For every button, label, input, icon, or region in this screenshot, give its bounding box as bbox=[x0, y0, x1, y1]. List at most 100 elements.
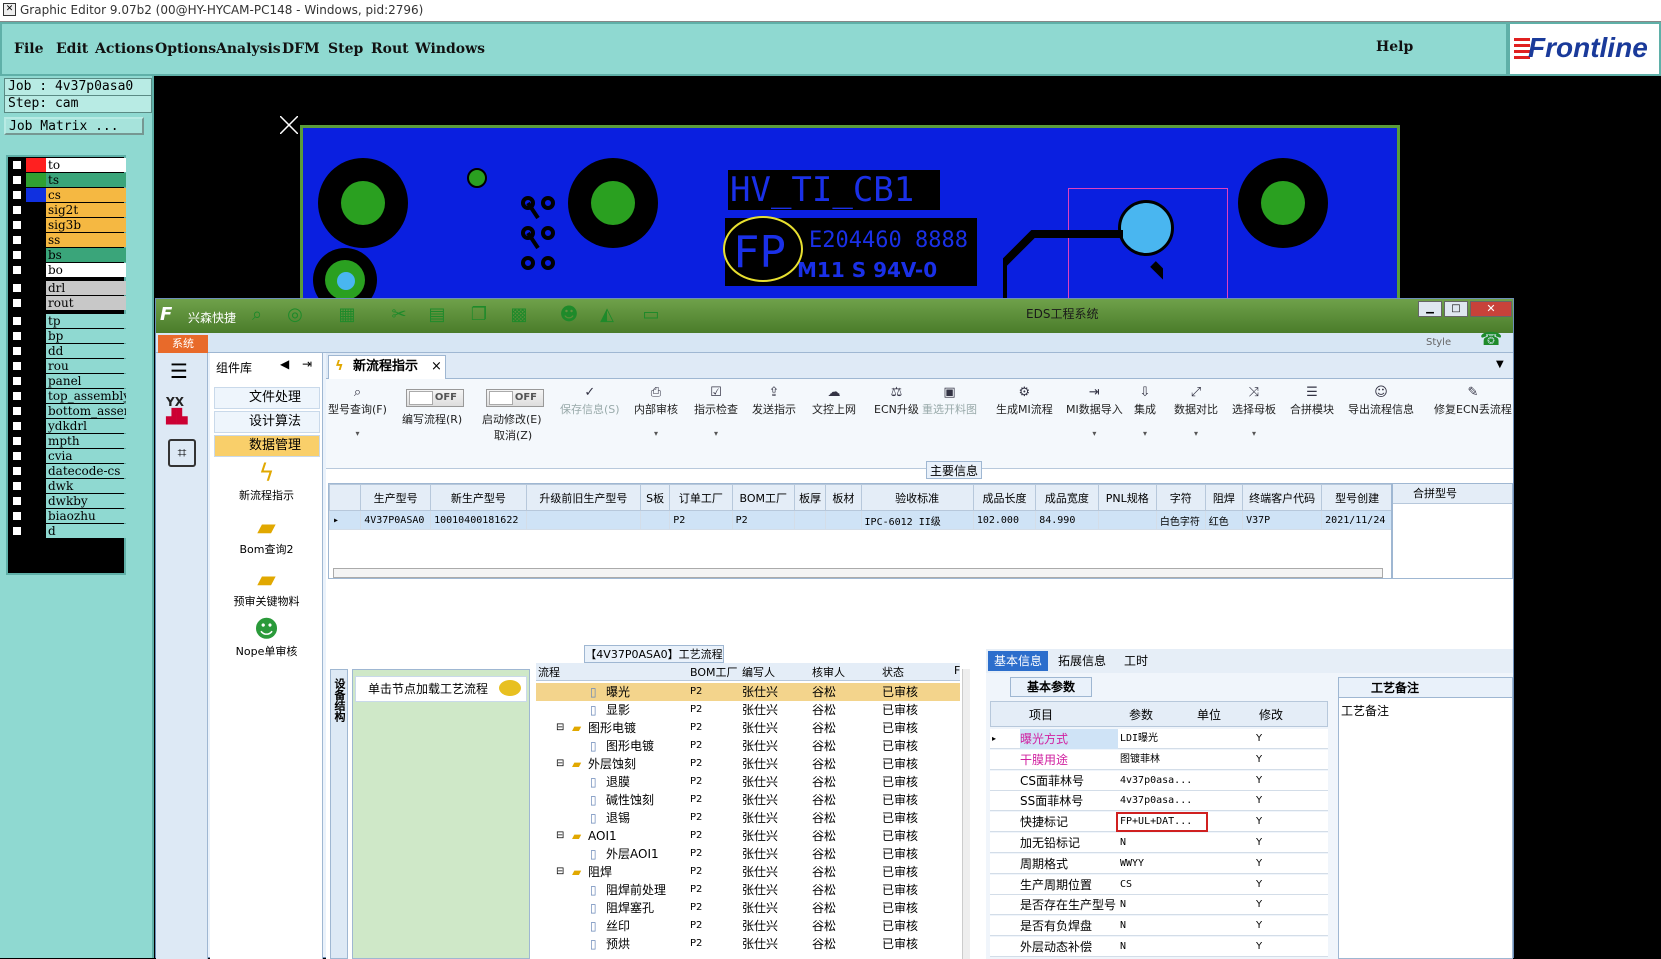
prop-value[interactable]: 4v37p0asa... bbox=[1120, 771, 1192, 791]
layer-checkbox[interactable] bbox=[12, 376, 22, 386]
flow-row[interactable]: ▯ 阻焊塞孔 P2 张仕兴 谷松 已审核 bbox=[536, 899, 960, 917]
grid-col-header[interactable]: 新生产型号 bbox=[430, 484, 527, 511]
ribbon-btn-17[interactable]: ✎ 修复ECN丢流程 bbox=[1434, 385, 1512, 417]
job-matrix-button[interactable]: Job Matrix ... bbox=[4, 117, 144, 135]
prop-row[interactable]: ▸ 曝光方式 LDI曝光 Y bbox=[990, 729, 1328, 749]
grid-cell[interactable]: IPC-6012 II级 bbox=[860, 510, 974, 530]
table-icon[interactable]: ▦ bbox=[336, 305, 358, 325]
menu-analysis[interactable]: Analysis bbox=[216, 41, 281, 57]
layer-checkbox[interactable] bbox=[12, 361, 22, 371]
collapse-left-icon[interactable]: ◀ bbox=[280, 357, 289, 371]
help-menu[interactable]: Help bbox=[1376, 39, 1413, 55]
flow-row[interactable]: ▯ 预烘 P2 张仕兴 谷松 已审核 bbox=[536, 935, 960, 953]
dropdown-arrow-icon[interactable]: ▾ bbox=[694, 429, 738, 438]
menu-dfm[interactable]: DFM bbox=[282, 41, 320, 57]
dropdown-arrow-icon[interactable]: ▾ bbox=[1066, 429, 1123, 438]
layer-row[interactable]: ts bbox=[10, 173, 126, 187]
layer-row[interactable]: ydkdrl bbox=[10, 419, 126, 433]
layer-checkbox[interactable] bbox=[12, 391, 22, 401]
layer-checkbox[interactable] bbox=[12, 421, 22, 431]
grid-icon[interactable]: ▩ bbox=[508, 305, 530, 325]
menu-options[interactable]: Options bbox=[155, 41, 216, 57]
prop-value[interactable]: CS bbox=[1120, 875, 1192, 895]
grid-cell[interactable]: 102.000 bbox=[972, 510, 1037, 530]
hamburger-icon[interactable]: ☰ bbox=[170, 359, 188, 383]
grid-col-header[interactable]: 型号创建 bbox=[1321, 484, 1391, 511]
prop-value[interactable]: LDI曝光 bbox=[1120, 729, 1192, 749]
prop-value[interactable]: N bbox=[1120, 916, 1192, 936]
phone-icon[interactable]: ☎ bbox=[1480, 329, 1502, 350]
grid-cell[interactable]: 4V37P0ASA0 bbox=[360, 510, 432, 530]
prop-row[interactable]: 生产周期位置 CS Y bbox=[990, 874, 1328, 895]
user-icon[interactable]: ☻ bbox=[558, 305, 580, 325]
prop-row[interactable]: 快捷标记 FP+UL+DAT... Y bbox=[990, 812, 1328, 833]
ribbon-btn-13[interactable]: ⤢ 数据对比 ▾ bbox=[1174, 385, 1218, 438]
dropdown-arrow-icon[interactable]: ▾ bbox=[328, 429, 387, 438]
grid-cell[interactable] bbox=[825, 510, 862, 530]
layer-row[interactable]: bs bbox=[10, 248, 126, 262]
grid-col-header[interactable]: BOM工厂 bbox=[731, 484, 796, 511]
layer-checkbox[interactable] bbox=[12, 175, 22, 185]
toggle-switch[interactable]: OFF bbox=[406, 389, 464, 407]
grid-col-header[interactable]: 订单工厂 bbox=[669, 484, 733, 511]
ribbon-btn-10[interactable]: ⚙ 生成MI流程 bbox=[996, 385, 1053, 417]
prop-row[interactable]: CS面菲林号 4v37p0asa... Y bbox=[990, 770, 1328, 791]
pin-icon[interactable]: ⇥ bbox=[302, 357, 312, 371]
menu-rout[interactable]: Rout bbox=[371, 41, 409, 57]
layer-checkbox[interactable] bbox=[12, 436, 22, 446]
layer-row[interactable]: drl bbox=[10, 281, 126, 295]
menu-edit[interactable]: Edit bbox=[56, 41, 88, 57]
copy-icon[interactable]: ❐ bbox=[468, 305, 490, 325]
grid-cell[interactable] bbox=[1097, 510, 1157, 530]
search-icon[interactable]: ⌕ bbox=[246, 305, 268, 325]
grid-col-header[interactable]: 成品长度 bbox=[972, 484, 1037, 511]
layer-checkbox[interactable] bbox=[12, 205, 22, 215]
comp-item-design[interactable]: 设计算法 bbox=[214, 411, 320, 433]
grid-col-header[interactable]: 字符 bbox=[1155, 484, 1206, 511]
layer-checkbox[interactable] bbox=[12, 220, 22, 230]
prop-row[interactable]: 外层动态补偿 N Y bbox=[990, 937, 1328, 957]
prop-tab-hours[interactable]: 工时 bbox=[1118, 651, 1154, 671]
flow-row[interactable]: ⊟ ▰ 外层蚀刻 P2 张仕兴 谷松 已审核 bbox=[536, 755, 960, 773]
prop-row[interactable]: 干膜用途 图镀菲林 Y bbox=[990, 749, 1328, 770]
yx-icon[interactable]: YX ▟▙ bbox=[166, 395, 198, 427]
collapse-icon[interactable]: ⊟ bbox=[556, 863, 564, 881]
flow-row[interactable]: ▯ 图形电镀 P2 张仕兴 谷松 已审核 bbox=[536, 737, 960, 755]
layer-checkbox[interactable] bbox=[12, 466, 22, 476]
prop-value[interactable]: 图镀菲林 bbox=[1120, 750, 1192, 770]
prop-row[interactable]: 加无铅标记 N Y bbox=[990, 833, 1328, 853]
dropdown-arrow-icon[interactable]: ▾ bbox=[1134, 429, 1156, 438]
dropdown-arrow-icon[interactable]: ▾ bbox=[1232, 429, 1276, 438]
layer-checkbox[interactable] bbox=[12, 160, 22, 170]
layer-checkbox[interactable] bbox=[12, 331, 22, 341]
layer-row[interactable]: top_assembly bbox=[10, 389, 126, 403]
flow-row[interactable]: ▯ 退膜 P2 张仕兴 谷松 已审核 bbox=[536, 773, 960, 791]
layer-row[interactable]: bp bbox=[10, 329, 126, 343]
flow-scrollbar[interactable] bbox=[962, 669, 970, 959]
ribbon-btn-12[interactable]: ⇩ 集成 ▾ bbox=[1134, 385, 1156, 438]
grid-col-header[interactable]: 板材 bbox=[825, 484, 862, 511]
prop-value[interactable]: N bbox=[1120, 937, 1192, 957]
flow-side-tab[interactable]: 设备结构 bbox=[330, 669, 348, 959]
comp-nope-review[interactable]: ☻ Nope单审核 bbox=[210, 615, 323, 659]
maximize-button[interactable]: □ bbox=[1444, 301, 1468, 317]
layer-row[interactable]: bo bbox=[10, 263, 126, 277]
tab-new-flow[interactable]: ϟ 新流程指示 × bbox=[328, 355, 446, 379]
prop-row[interactable]: 是否有负焊盘 N Y bbox=[990, 916, 1328, 937]
layer-checkbox[interactable] bbox=[12, 526, 22, 536]
grid-col-header[interactable]: 终端客户代码 bbox=[1242, 484, 1323, 511]
layer-row[interactable]: cs bbox=[10, 188, 126, 202]
menu-file[interactable]: File bbox=[14, 41, 43, 57]
toggle-switch[interactable]: OFF bbox=[486, 389, 544, 407]
ribbon-btn-5[interactable]: ☑ 指示检查 ▾ bbox=[694, 385, 738, 438]
layer-checkbox[interactable] bbox=[12, 316, 22, 326]
layer-checkbox[interactable] bbox=[12, 190, 22, 200]
prop-tab-basic[interactable]: 基本信息 bbox=[988, 651, 1049, 671]
layer-row[interactable]: panel bbox=[10, 374, 126, 388]
comp-new-flow[interactable]: ϟ 新流程指示 bbox=[210, 459, 323, 503]
prop-value[interactable]: WWYY bbox=[1120, 854, 1192, 874]
comp-bom-query[interactable]: ▰ Bom查询2 bbox=[210, 513, 323, 557]
close-tab-icon[interactable]: × bbox=[431, 356, 442, 378]
grid-cell[interactable] bbox=[525, 510, 642, 530]
grid-cell[interactable]: P2 bbox=[731, 510, 796, 530]
